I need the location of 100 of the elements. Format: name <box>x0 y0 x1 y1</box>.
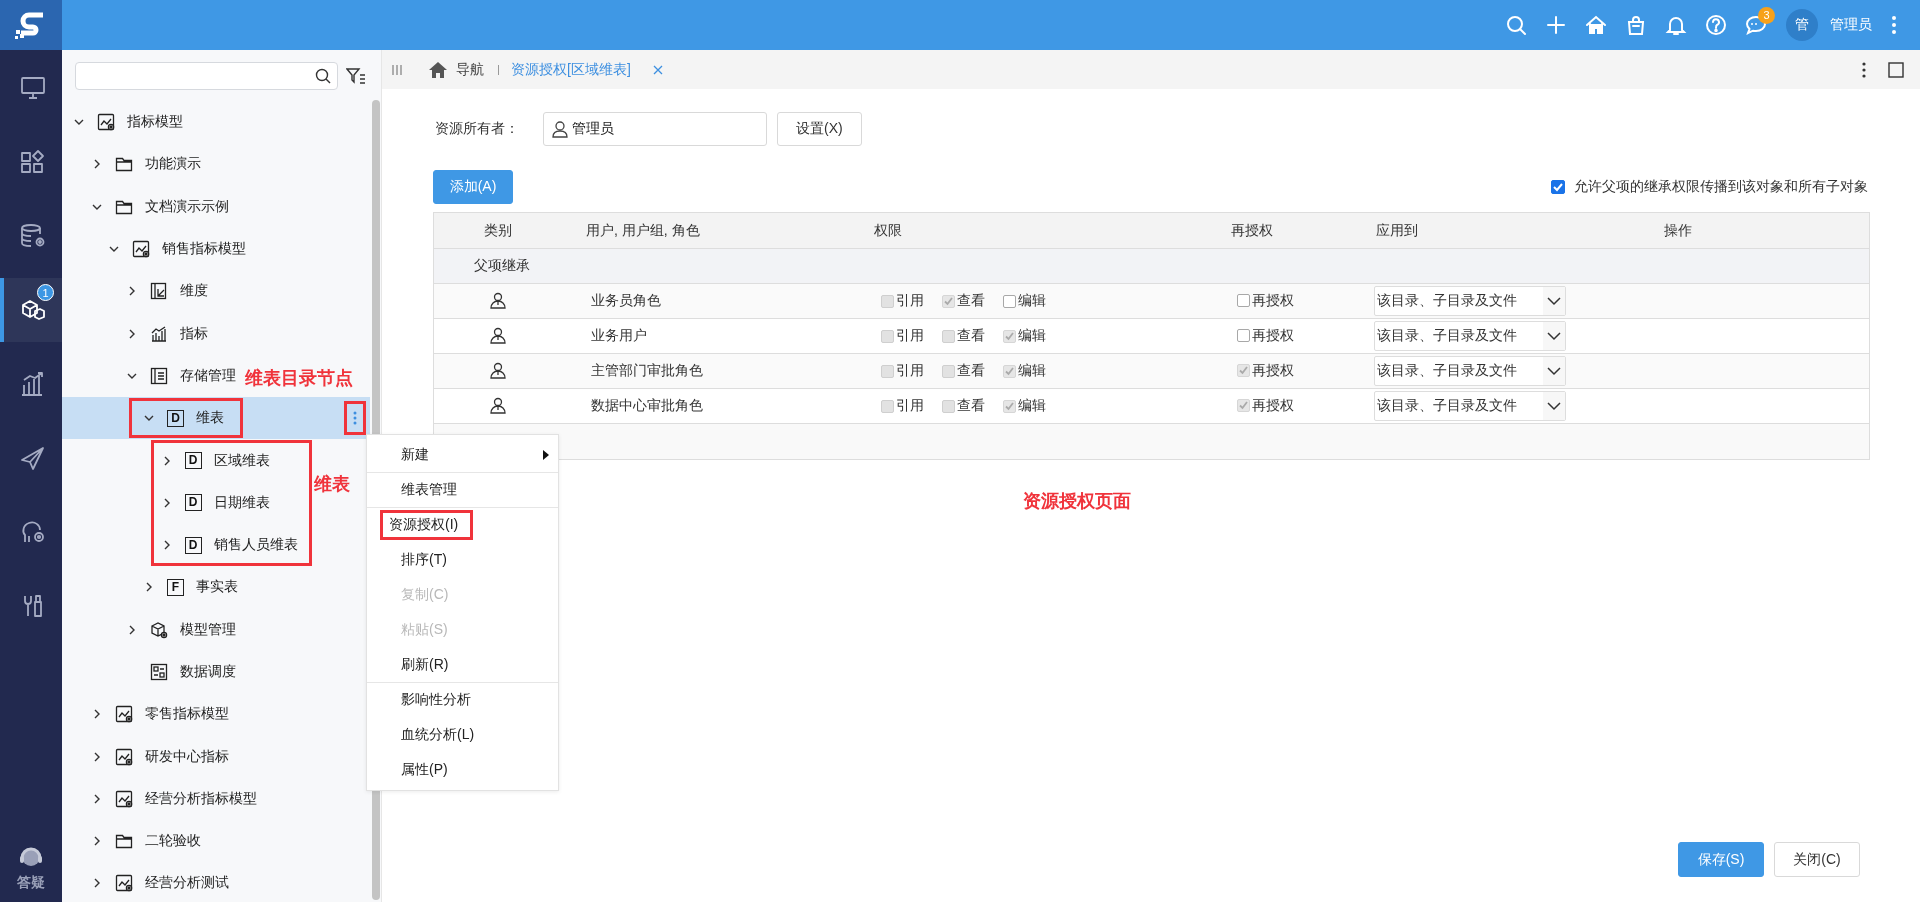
column-header: 再授权 <box>1230 221 1274 240</box>
checkbox-label: 再授权 <box>1252 291 1294 310</box>
column-header: 应用到 <box>1375 221 1419 240</box>
menu-item[interactable]: 影响性分析 <box>367 682 558 718</box>
menu-item[interactable]: 血统分析(L) <box>367 717 558 753</box>
kebab-icon <box>1862 61 1866 78</box>
checkbox-label: 编辑 <box>1018 292 1046 310</box>
bell-icon <box>1665 14 1687 36</box>
tree-item[interactable]: 二轮验收 <box>62 820 207 863</box>
checkbox[interactable] <box>1551 180 1565 194</box>
checkbox-label: 允许父项的继承权限传播到该对象和所有子对象 <box>1574 178 1868 196</box>
help-button[interactable]: 答疑 <box>0 844 62 902</box>
checkbox[interactable] <box>1237 329 1250 343</box>
close-button[interactable]: 关闭(C) <box>1774 842 1860 877</box>
apps-icon <box>19 148 47 176</box>
apply-to-select[interactable]: 该目录、子目录及文件 <box>1374 356 1566 386</box>
user-icon <box>552 120 568 138</box>
checkbox-label: 编辑 <box>1018 327 1046 345</box>
checkbox-label: 编辑 <box>1018 397 1046 415</box>
shopping-bag-icon <box>1625 14 1647 36</box>
tree-item[interactable]: 维度 <box>62 270 214 313</box>
chart-gear-icon <box>97 113 115 132</box>
tree-item[interactable]: 指标模型 <box>62 101 189 144</box>
table-letter-icon: D <box>167 409 184 427</box>
tree-item[interactable]: 数据调度 <box>62 650 242 694</box>
tree-item[interactable]: 存储管理 <box>62 354 242 398</box>
filter-button[interactable] <box>346 66 366 85</box>
tree-item[interactable]: 销售指标模型 <box>62 227 252 271</box>
checkbox[interactable] <box>1003 294 1016 308</box>
chart-gear-icon <box>114 874 133 893</box>
close-icon <box>652 64 663 75</box>
tree-item[interactable]: 文档演示示例 <box>62 185 235 228</box>
checkbox-label: 查看 <box>957 327 985 345</box>
settings-button[interactable]: 设置(X) <box>777 112 862 146</box>
menu-item[interactable]: 资源授权(I) <box>367 507 558 543</box>
scrollbar[interactable] <box>372 100 380 900</box>
checkbox[interactable] <box>1237 294 1250 308</box>
search-field[interactable] <box>75 61 338 90</box>
plus-icon <box>1545 14 1567 36</box>
table-cell-text: 业务用户 <box>590 327 648 345</box>
tree-item[interactable]: D 维表 <box>62 397 370 440</box>
user-icon <box>488 327 507 345</box>
checkbox-label: 再授权 <box>1252 361 1294 380</box>
chevron-down-icon <box>1547 296 1561 306</box>
table-cell-text: 业务员角色 <box>590 292 662 310</box>
chevron-down-icon <box>1547 331 1561 341</box>
tree-item[interactable]: 经营分析测试 <box>62 862 235 902</box>
user-icon <box>488 397 507 415</box>
tree-item[interactable]: 零售指标模型 <box>62 693 235 736</box>
user-avatar[interactable]: 管 <box>1786 9 1818 41</box>
tree-item[interactable]: 经营分析指标模型 <box>62 777 263 821</box>
home-icon <box>428 60 448 79</box>
tree-item[interactable]: D 日期维表 <box>62 481 276 524</box>
square-icon <box>1888 61 1904 78</box>
checkbox-label: 查看 <box>957 292 985 310</box>
tree-item[interactable]: 功能演示 <box>62 143 207 186</box>
checkbox-label: 引用 <box>896 327 924 345</box>
apply-to-select[interactable]: 该目录、子目录及文件 <box>1374 391 1566 421</box>
help-icon <box>1705 14 1727 36</box>
tree-item[interactable]: F 事实表 <box>62 566 244 609</box>
table-list-icon <box>149 366 168 385</box>
column-header: 用户, 用户组, 角色 <box>585 221 701 240</box>
search-icon <box>315 67 331 84</box>
menu-item[interactable]: 属性(P) <box>367 752 558 788</box>
home-tab[interactable]: 导航 <box>408 60 492 79</box>
tree-item[interactable]: D 区域维表 <box>62 439 276 482</box>
chevron-down-icon <box>1547 401 1561 411</box>
chart-gear-icon <box>114 747 133 766</box>
bar-chart-icon <box>149 324 168 343</box>
table-cell-text: 主管部门审批角色 <box>590 362 704 380</box>
tree-item[interactable]: 指标 <box>62 312 214 355</box>
checkbox-label: 引用 <box>896 362 924 380</box>
tree-item[interactable]: 模型管理 <box>62 608 242 651</box>
table-cell-text: 数据中心审批角色 <box>590 397 704 415</box>
chart-gear-icon <box>114 705 133 724</box>
table-letter-icon: D <box>184 494 202 512</box>
tree-item[interactable]: 研发中心指标 <box>62 735 235 778</box>
table-letter-icon: D <box>184 536 202 554</box>
checkbox-label: 查看 <box>957 362 985 380</box>
kebab-icon <box>353 411 357 426</box>
cube-gear-icon <box>149 620 168 639</box>
annotation-label: 资源授权页面 <box>1023 490 1132 513</box>
tree-item[interactable]: D 销售人员维表 <box>62 523 304 567</box>
menu-item[interactable]: 刷新(R) <box>367 647 558 683</box>
menu-item[interactable]: 排序(T) <box>367 542 558 578</box>
owner-field[interactable]: 管理员 <box>543 112 767 146</box>
chart-gear-icon <box>132 240 150 259</box>
chart-gear-icon <box>114 789 133 808</box>
group-label: 父项继承 <box>472 257 531 275</box>
apply-to-select[interactable]: 该目录、子目录及文件 <box>1374 321 1566 351</box>
folder-icon <box>114 155 133 174</box>
dimension-icon <box>149 282 168 301</box>
kebab-icon <box>1891 15 1897 35</box>
menu-item[interactable]: 新建 <box>367 437 558 473</box>
apply-to-select[interactable]: 该目录、子目录及文件 <box>1374 286 1566 316</box>
menu-item: 粘贴(S) <box>400 619 449 639</box>
column-header: 权限 <box>873 221 903 240</box>
menu-item[interactable]: 维表管理 <box>367 472 558 508</box>
vertical-bars-icon <box>392 63 402 76</box>
checkbox-label: 引用 <box>896 397 924 415</box>
